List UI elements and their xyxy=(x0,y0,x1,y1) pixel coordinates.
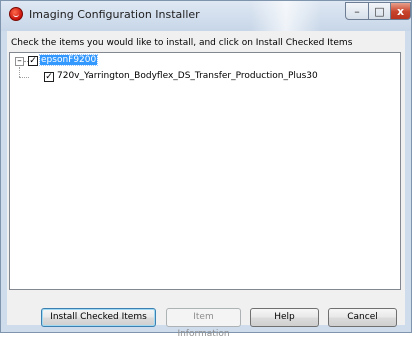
tree-item-root[interactable]: epsonF9200 xyxy=(38,54,99,66)
close-icon: x xyxy=(396,4,405,18)
close-button[interactable]: x xyxy=(391,2,411,20)
window-title: Imaging Configuration Installer xyxy=(29,8,200,21)
dialog-body: Check the items you would like to instal… xyxy=(7,31,405,339)
app-logo-icon xyxy=(9,7,23,21)
install-items-tree[interactable]: – ✓ epsonF9200 ✓ 720v_Yarrington_Bodyfle… xyxy=(9,52,401,290)
help-button[interactable]: Help xyxy=(250,308,319,327)
tree-connector-vertical xyxy=(19,67,20,77)
cancel-button[interactable]: Cancel xyxy=(328,308,397,327)
maximize-button[interactable]: □ xyxy=(369,2,391,20)
tree-connector-horizontal xyxy=(19,77,29,78)
title-bar[interactable]: Imaging Configuration Installer – □ x xyxy=(1,1,411,31)
install-checked-items-button[interactable]: Install Checked Items xyxy=(41,308,156,327)
title-bar-highlight xyxy=(251,1,321,31)
tree-item-child[interactable]: 720v_Yarrington_Bodyflex_DS_Transfer_Pro… xyxy=(56,71,319,81)
minimize-button[interactable]: – xyxy=(345,2,369,20)
item-information-button[interactable]: Item Information xyxy=(166,308,241,339)
collapse-toggle-icon[interactable]: – xyxy=(15,57,24,66)
child-item-checkbox[interactable]: ✓ xyxy=(44,72,54,82)
installer-window: Imaging Configuration Installer – □ x Ch… xyxy=(0,0,412,339)
minimize-icon: – xyxy=(354,4,360,18)
instruction-text: Check the items you would like to instal… xyxy=(11,38,353,48)
maximize-icon: □ xyxy=(374,4,385,18)
root-item-checkbox[interactable]: ✓ xyxy=(28,56,38,66)
